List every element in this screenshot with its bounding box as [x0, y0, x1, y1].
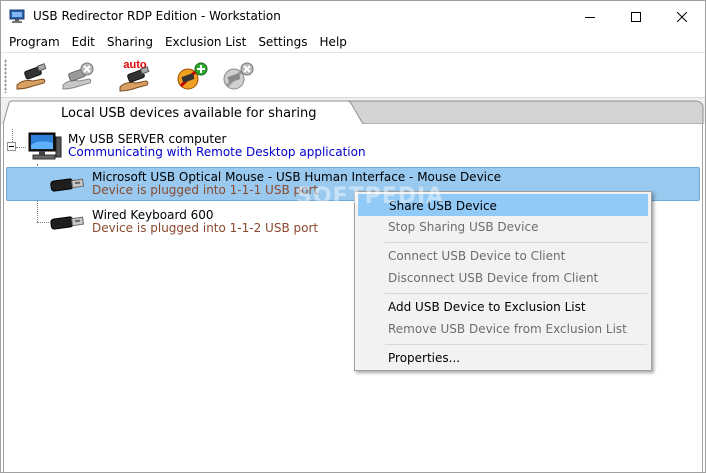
- device-name: Wired Keyboard 600: [92, 208, 214, 222]
- menu-item-disconnect-usb-device[interactable]: Disconnect USB Device from Client: [358, 267, 648, 289]
- menu-bar: Program Edit Sharing Exclusion List Sett…: [1, 32, 705, 52]
- app-window: USB Redirector RDP Edition - Workstation…: [0, 0, 706, 473]
- toolbar-grip[interactable]: [4, 59, 7, 93]
- menu-separator: [385, 344, 647, 345]
- auto-share-icon: auto: [119, 59, 150, 92]
- usb-device-icon: [50, 216, 85, 230]
- auto-share-button[interactable]: auto: [114, 56, 156, 96]
- computer-name: My USB SERVER computer: [68, 132, 227, 146]
- app-monitor-icon: [9, 9, 25, 23]
- menu-item-stop-sharing-usb-device[interactable]: Stop Sharing USB Device: [358, 216, 648, 238]
- add-exclusion-button[interactable]: [171, 56, 213, 96]
- remove-exclusion-button[interactable]: [217, 56, 259, 96]
- tab-local-usb-devices[interactable]: Local USB devices available for sharing: [61, 106, 317, 121]
- stop-sharing-usb-icon: [62, 62, 94, 90]
- add-exclusion-icon: [177, 62, 208, 90]
- tab-strip: Local USB devices available for sharing: [1, 98, 705, 124]
- menu-item-share-usb-device[interactable]: Share USB Device: [358, 194, 648, 216]
- menu-separator: [385, 242, 647, 243]
- share-device-button[interactable]: [11, 56, 53, 96]
- menu-item-add-to-exclusion-list[interactable]: Add USB Device to Exclusion List: [358, 296, 648, 318]
- stop-sharing-button[interactable]: [57, 56, 99, 96]
- menu-help[interactable]: Help: [314, 32, 353, 52]
- toolbar-separator: [104, 59, 105, 93]
- context-menu: Share USB Device Stop Sharing USB Device…: [354, 191, 652, 371]
- usb-device-icon: [50, 178, 85, 192]
- share-usb-icon: [16, 63, 47, 90]
- device-name: Microsoft USB Optical Mouse - USB Human …: [92, 170, 501, 184]
- minimize-icon: [585, 16, 595, 18]
- menu-program[interactable]: Program: [3, 32, 66, 52]
- menu-item-remove-from-exclusion-list[interactable]: Remove USB Device from Exclusion List: [358, 318, 648, 340]
- menu-settings[interactable]: Settings: [252, 32, 313, 52]
- device-port: Device is plugged into 1-1-2 USB port: [92, 221, 319, 235]
- tree-line: [16, 147, 26, 148]
- device-port: Device is plugged into 1-1-1 USB port: [92, 183, 319, 197]
- minimize-button[interactable]: [567, 1, 613, 32]
- tree-line: [37, 222, 49, 223]
- menu-exclusion-list[interactable]: Exclusion List: [159, 32, 252, 52]
- menu-separator: [385, 293, 647, 294]
- menu-sharing[interactable]: Sharing: [101, 32, 159, 52]
- menu-edit[interactable]: Edit: [66, 32, 101, 52]
- menu-item-connect-usb-device[interactable]: Connect USB Device to Client: [358, 245, 648, 267]
- menu-item-properties[interactable]: Properties...: [358, 347, 648, 369]
- toolbar: auto: [1, 52, 705, 98]
- toolbar-separator: [163, 59, 164, 93]
- close-button[interactable]: [659, 1, 705, 32]
- computer-status: Communicating with Remote Desktop applic…: [68, 145, 366, 159]
- remove-exclusion-icon: [223, 62, 254, 90]
- computer-icon: [28, 132, 62, 160]
- title-bar: USB Redirector RDP Edition - Workstation: [1, 1, 705, 32]
- close-icon: [677, 11, 687, 22]
- window-title: USB Redirector RDP Edition - Workstation: [33, 9, 281, 23]
- tree-collapse-toggle[interactable]: [7, 142, 16, 151]
- tree-line: [12, 129, 13, 142]
- maximize-icon: [631, 11, 641, 22]
- maximize-button[interactable]: [613, 1, 659, 32]
